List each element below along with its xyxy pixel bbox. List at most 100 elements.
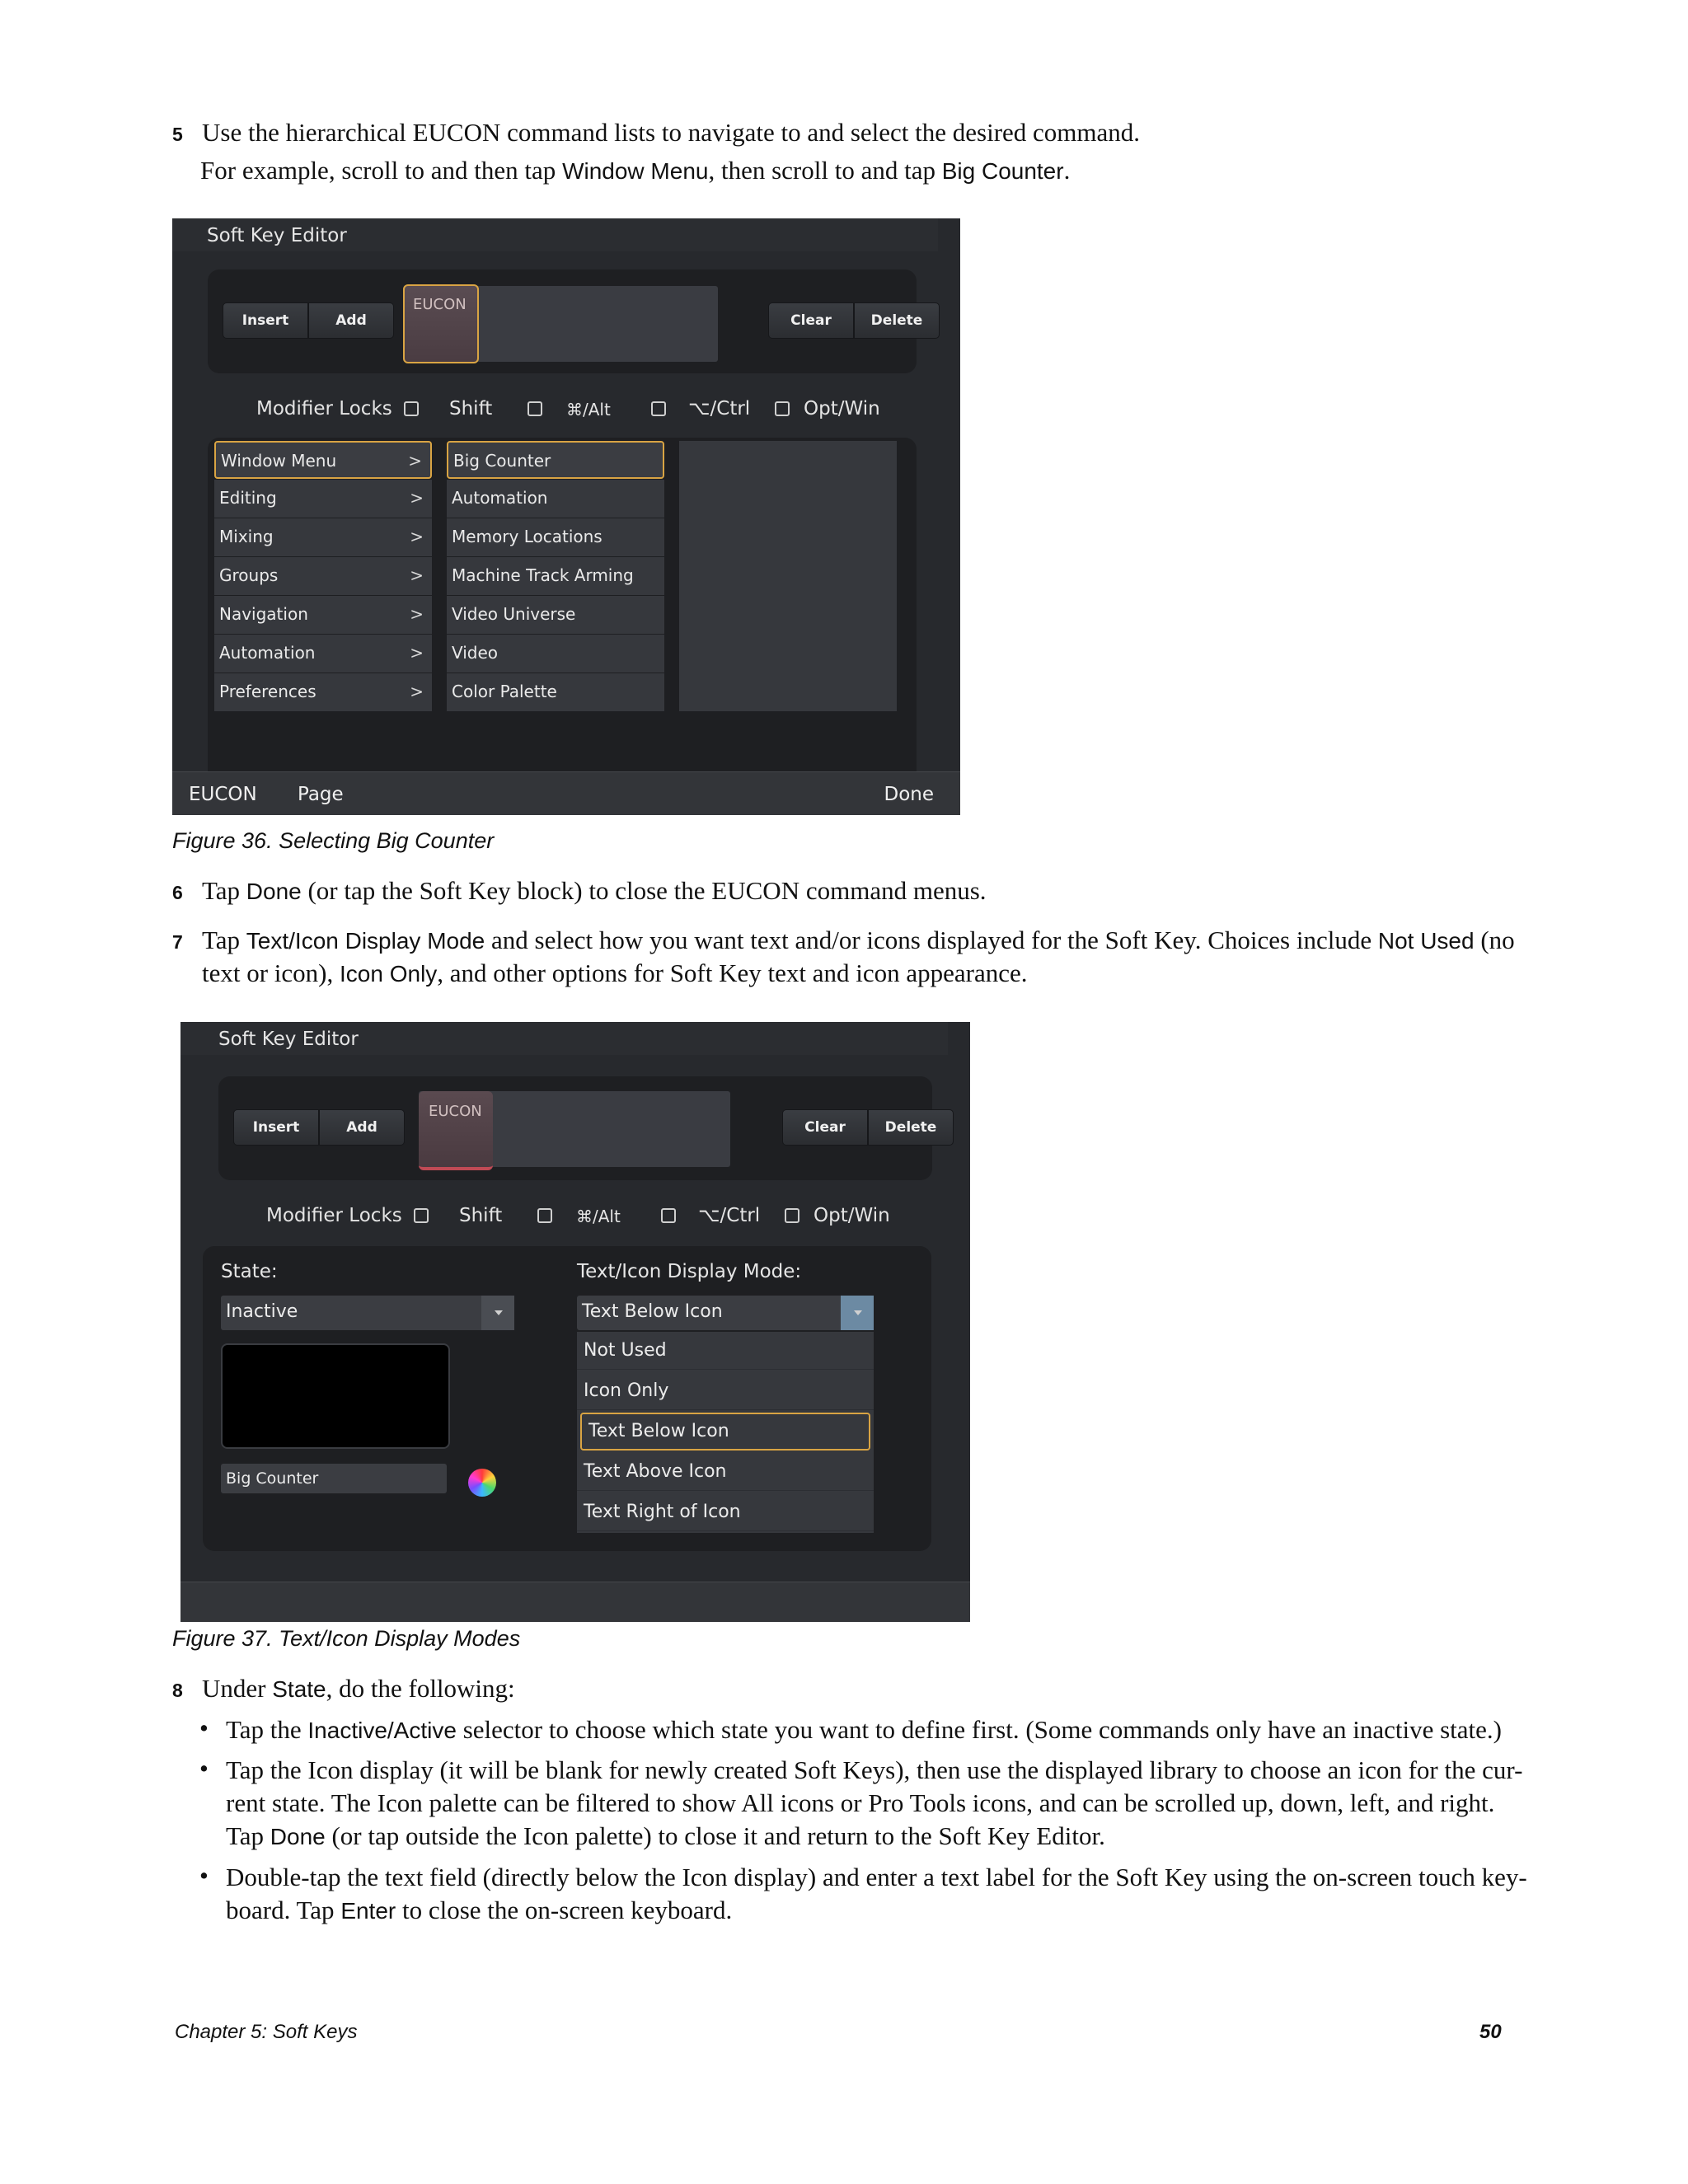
menu-item-text-right-of-icon[interactable]: Text Right of Icon (577, 1493, 874, 1531)
list-item-automation[interactable]: Automation > (214, 635, 432, 673)
insert-button[interactable]: Insert (223, 302, 308, 339)
list-item-mixing[interactable]: Mixing > (214, 518, 432, 556)
optwin-label: Opt/Win (804, 398, 880, 419)
step-text: Use the hierarchical EUCON command lists… (202, 118, 1141, 147)
chevron-right-icon: > (408, 451, 422, 471)
alt-checkbox[interactable] (537, 1208, 552, 1223)
key-strip-panel: Insert Add EUCON Clear Delete (208, 269, 940, 373)
list-item-window-menu[interactable]: Window Menu > (214, 441, 432, 479)
icon-display[interactable] (221, 1343, 450, 1449)
add-button[interactable]: Add (308, 302, 394, 339)
list-item-big-counter[interactable]: Big Counter (447, 441, 664, 479)
key-strip-panel: Insert Add EUCON Clear Delete (218, 1076, 954, 1180)
third-command-list (679, 441, 897, 711)
step-text: Tap Done (or tap the Soft Key block) to … (202, 876, 987, 905)
step-text-line2: text or icon), Icon Only, and other opti… (202, 958, 1028, 987)
step-text-example: For example, scroll to and then tap Wind… (200, 156, 1071, 185)
modifier-locks-label: Modifier Locks (256, 398, 392, 419)
list-item-navigation[interactable]: Navigation > (214, 596, 432, 634)
display-mode-selector[interactable]: Text Below Icon (577, 1296, 874, 1330)
footer-page-number: 50 (1479, 2021, 1502, 2043)
footer-chapter: Chapter 5: Soft Keys (175, 2021, 358, 2043)
bullet-text-line: board. Tap Enter to close the on-screen … (226, 1896, 733, 1924)
delete-button[interactable]: Delete (868, 1109, 954, 1146)
clear-button[interactable]: Clear (768, 302, 854, 339)
chevron-right-icon: > (410, 682, 424, 701)
chevron-right-icon: > (410, 643, 424, 663)
shift-checkbox[interactable] (414, 1208, 429, 1223)
display-mode-menu: Not Used Icon Only Text Below Icon Text … (577, 1332, 874, 1533)
ctrl-label: ⌥/Ctrl (698, 1205, 761, 1226)
menu-item-text-above-icon[interactable]: Text Above Icon (577, 1453, 874, 1491)
eucon-soft-key[interactable]: EUCON (419, 1091, 493, 1170)
done-button[interactable]: Done (884, 784, 934, 805)
step-text: Under State, do the following: (202, 1674, 515, 1703)
optwin-checkbox[interactable] (775, 401, 790, 416)
modifier-locks-row: Modifier Locks Shift ⌘/Alt ⌥/Ctrl Opt/Wi… (172, 391, 960, 424)
step-number: 7 (172, 931, 183, 953)
bottom-bar: EUCON Page Done (172, 771, 960, 815)
modifier-locks-row: Modifier Locks Shift ⌘/Alt ⌥/Ctrl Opt/Wi… (181, 1198, 970, 1231)
list-item-color-palette[interactable]: Color Palette (447, 673, 664, 711)
soft-key-editor-display-mode-screenshot: Soft Key Editor Insert Add EUCON Clear D… (181, 1022, 970, 1622)
eucon-soft-key[interactable]: EUCON (403, 284, 479, 363)
figure-caption: Figure 37. Text/Icon Display Modes (172, 1626, 521, 1651)
modifier-locks-label: Modifier Locks (266, 1205, 402, 1226)
list-item-memory-locations[interactable]: Memory Locations (447, 518, 664, 556)
bullet-text-line: Double-tap the text field (directly belo… (226, 1863, 1527, 1891)
chevron-right-icon: > (410, 604, 424, 624)
insert-button[interactable]: Insert (233, 1109, 319, 1146)
optwin-label: Opt/Win (814, 1205, 890, 1226)
shift-label: Shift (449, 398, 493, 419)
chevron-down-icon (481, 1296, 514, 1330)
add-button[interactable]: Add (319, 1109, 405, 1146)
delete-button[interactable]: Delete (854, 302, 940, 339)
alt-label: ⌘/Alt (566, 400, 611, 419)
window-title: Soft Key Editor (218, 1029, 359, 1050)
color-picker-icon[interactable] (468, 1469, 496, 1497)
alt-checkbox[interactable] (528, 401, 542, 416)
display-mode-label: Text/Icon Display Mode: (577, 1261, 802, 1282)
bottom-bar (181, 1582, 970, 1622)
bullet-text-line: rent state. The Icon palette can be filt… (226, 1788, 1495, 1817)
chevron-right-icon: > (410, 527, 424, 546)
ctrl-checkbox[interactable] (661, 1208, 676, 1223)
chevron-right-icon: > (410, 565, 424, 585)
step-number: 5 (172, 124, 183, 145)
optwin-checkbox[interactable] (785, 1208, 799, 1223)
shift-checkbox[interactable] (404, 401, 419, 416)
figure-caption: Figure 36. Selecting Big Counter (172, 828, 495, 853)
step-text: Tap Text/Icon Display Mode and select ho… (202, 926, 1515, 954)
state-panel: State: Inactive Big Counter Text/Icon Di… (203, 1246, 931, 1551)
list-item-video-universe[interactable]: Video Universe (447, 596, 664, 634)
clear-button[interactable]: Clear (782, 1109, 868, 1146)
bullet-text: Tap the Inactive/Active selector to choo… (226, 1715, 1502, 1744)
bullet-icon: • (199, 1861, 209, 1890)
ctrl-label: ⌥/Ctrl (688, 398, 751, 419)
page-tab[interactable]: Page (298, 784, 344, 805)
chevron-down-icon[interactable] (841, 1296, 874, 1330)
shift-label: Shift (459, 1205, 503, 1226)
list-item-groups[interactable]: Groups > (214, 557, 432, 595)
command-lists-panel: Window Menu > Editing > Mixing > Groups > Na… (208, 438, 917, 784)
eucon-tab[interactable]: EUCON (189, 784, 257, 805)
list-item-video[interactable]: Video (447, 635, 664, 673)
step-number: 8 (172, 1680, 183, 1701)
list-item-machine-track-arming[interactable]: Machine Track Arming (447, 557, 664, 595)
list-item-editing[interactable]: Editing > (214, 480, 432, 518)
menu-item-not-used[interactable]: Not Used (577, 1332, 874, 1370)
menu-item-text-below-icon[interactable]: Text Below Icon (580, 1413, 870, 1451)
ctrl-checkbox[interactable] (651, 401, 666, 416)
menu-item-icon-only[interactable]: Icon Only (577, 1372, 874, 1410)
chevron-right-icon: > (410, 488, 424, 508)
bullet-icon: • (199, 1754, 209, 1783)
text-label-field[interactable]: Big Counter (221, 1464, 447, 1493)
window-title: Soft Key Editor (207, 225, 347, 246)
step-number: 6 (172, 882, 183, 903)
soft-key-editor-screenshot: Soft Key Editor Insert Add EUCON Clear D… (172, 218, 960, 815)
list-item-preferences[interactable]: Preferences > (214, 673, 432, 711)
alt-label: ⌘/Alt (576, 1207, 621, 1226)
list-item-automation-command[interactable]: Automation (447, 480, 664, 518)
state-selector[interactable]: Inactive (221, 1296, 514, 1330)
state-label: State: (221, 1261, 278, 1282)
